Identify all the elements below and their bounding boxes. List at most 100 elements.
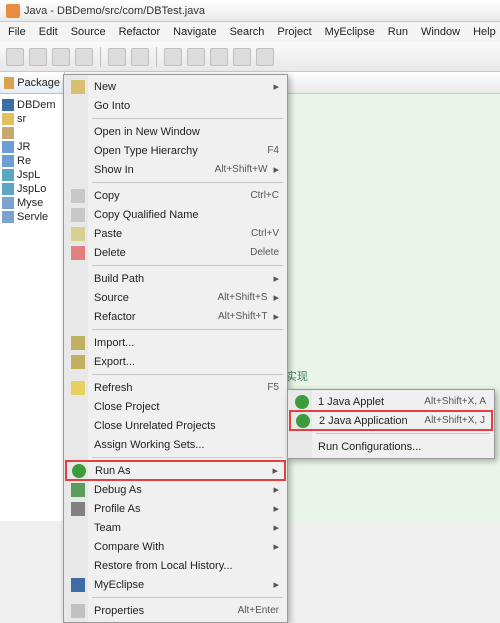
toolbar-button[interactable] (164, 48, 182, 66)
tree-package[interactable] (2, 126, 62, 140)
toolbar-button[interactable] (131, 48, 149, 66)
menu-item-shortcut: F5 (267, 382, 279, 393)
library-icon (2, 141, 14, 153)
menu-item-run-as[interactable]: Run As▸ (65, 460, 286, 481)
submenu-arrow-icon: ▸ (273, 521, 279, 534)
project-icon (2, 183, 14, 195)
menu-item-label: Source (94, 292, 217, 304)
menu-item-restore-from-local-history[interactable]: Restore from Local History... (66, 556, 285, 575)
submenu-arrow-icon: ▸ (273, 272, 279, 285)
menu-item-label: MyEclipse (94, 579, 267, 591)
menu-item-2-java-application[interactable]: 2 Java ApplicationAlt+Shift+X, J (289, 410, 493, 431)
new-icon (71, 80, 85, 94)
menu-project[interactable]: Project (271, 24, 317, 40)
menu-item-open-in-new-window[interactable]: Open in New Window (66, 122, 285, 141)
menu-item-assign-working-sets[interactable]: Assign Working Sets... (66, 435, 285, 454)
toolbar-button[interactable] (75, 48, 93, 66)
submenu-arrow-icon: ▸ (273, 502, 279, 515)
tree-ref[interactable]: Re (2, 154, 62, 168)
toolbar-button[interactable] (52, 48, 70, 66)
project-tree[interactable]: DBDem sr JR Re JspL JspLo Myse Servle (0, 94, 64, 228)
menu-item-show-in[interactable]: Show InAlt+Shift+W▸ (66, 160, 285, 179)
submenu-arrow-icon: ▸ (273, 578, 279, 591)
menu-item-export[interactable]: Export... (66, 352, 285, 371)
tree-jre[interactable]: JR (2, 140, 62, 154)
menu-refactor[interactable]: Refactor (113, 24, 167, 40)
menu-item-label: Run As (95, 465, 266, 477)
run-as-submenu: 1 Java AppletAlt+Shift+X, A2 Java Applic… (287, 389, 495, 459)
menu-item-paste[interactable]: PasteCtrl+V (66, 224, 285, 243)
toolbar-button[interactable] (233, 48, 251, 66)
menu-item-delete[interactable]: DeleteDelete (66, 243, 285, 262)
menu-run[interactable]: Run (382, 24, 414, 40)
menu-item-label: Show In (94, 164, 215, 176)
menu-separator (92, 329, 283, 330)
menu-file[interactable]: File (2, 24, 32, 40)
menu-item-label: Copy (94, 190, 250, 202)
menu-item-close-unrelated-projects[interactable]: Close Unrelated Projects (66, 416, 285, 435)
menu-navigate[interactable]: Navigate (167, 24, 222, 40)
tree-jsplib[interactable]: JspL (2, 168, 62, 182)
toolbar-button[interactable] (108, 48, 126, 66)
menu-separator (92, 457, 283, 458)
menu-item-copy-qualified-name[interactable]: Copy Qualified Name (66, 205, 285, 224)
menu-item-properties[interactable]: PropertiesAlt+Enter (66, 601, 285, 620)
menu-item-build-path[interactable]: Build Path▸ (66, 269, 285, 288)
package-explorer-tab[interactable]: Package (0, 72, 64, 94)
menu-item-compare-with[interactable]: Compare With▸ (66, 537, 285, 556)
menu-item-myeclipse[interactable]: MyEclipse ▸ (66, 575, 285, 594)
tree-src[interactable]: sr (2, 112, 62, 126)
exp-icon (71, 355, 85, 369)
toolbar-button[interactable] (256, 48, 274, 66)
menu-item-label: Export... (94, 356, 279, 368)
menu-item-close-project[interactable]: Close Project (66, 397, 285, 416)
app-icon (295, 395, 309, 409)
menu-item-label: Delete (94, 247, 250, 259)
submenu-arrow-icon: ▸ (273, 310, 279, 323)
menu-item-refresh[interactable]: RefreshF5 (66, 378, 285, 397)
menu-separator (92, 182, 283, 183)
imp-icon (71, 336, 85, 350)
menu-item-shortcut: Alt+Shift+X, A (424, 396, 486, 407)
copy-icon (71, 208, 85, 222)
package-icon (4, 77, 14, 89)
toolbar-button[interactable] (210, 48, 228, 66)
menu-item-open-type-hierarchy[interactable]: Open Type HierarchyF4 (66, 141, 285, 160)
package-explorer: Package DBDem sr JR Re JspL JspLo Myse S… (0, 72, 65, 521)
menu-item-run-configurations[interactable]: Run Configurations... (290, 437, 492, 456)
menu-source[interactable]: Source (65, 24, 112, 40)
menu-item-label: Refresh (94, 382, 267, 394)
submenu-arrow-icon: ▸ (273, 80, 279, 93)
menu-bar: FileEditSourceRefactorNavigateSearchProj… (0, 22, 500, 42)
tree-project[interactable]: DBDem (2, 98, 62, 112)
toolbar-button[interactable] (29, 48, 47, 66)
menu-item-label: Import... (94, 337, 279, 349)
menu-help[interactable]: Help (467, 24, 500, 40)
me-icon (71, 578, 85, 592)
menu-edit[interactable]: Edit (33, 24, 64, 40)
menu-window[interactable]: Window (415, 24, 466, 40)
menu-item-source[interactable]: SourceAlt+Shift+S▸ (66, 288, 285, 307)
menu-item-import[interactable]: Import... (66, 333, 285, 352)
menu-item-new[interactable]: New▸ (66, 77, 285, 96)
menu-item-copy[interactable]: CopyCtrl+C (66, 186, 285, 205)
tree-servlet[interactable]: Servle (2, 210, 62, 224)
menu-item-label: Close Unrelated Projects (94, 420, 279, 432)
menu-search[interactable]: Search (224, 24, 271, 40)
toolbar-button[interactable] (187, 48, 205, 66)
app-icon (6, 4, 20, 18)
menu-item-label: Properties (94, 605, 238, 617)
menu-item-label: Paste (94, 228, 251, 240)
menu-item-debug-as[interactable]: Debug As▸ (66, 480, 285, 499)
menu-item-1-java-applet[interactable]: 1 Java AppletAlt+Shift+X, A (290, 392, 492, 411)
menu-item-shortcut: Alt+Shift+S (217, 292, 267, 303)
menu-myeclipse[interactable]: MyEclipse (319, 24, 381, 40)
menu-item-refactor[interactable]: RefactorAlt+Shift+T▸ (66, 307, 285, 326)
toolbar-separator (156, 47, 157, 67)
submenu-arrow-icon: ▸ (273, 163, 279, 176)
menu-item-go-into[interactable]: Go Into (66, 96, 285, 115)
menu-item-profile-as[interactable]: Profile As▸ (66, 499, 285, 518)
tree-mysql[interactable]: Myse (2, 196, 62, 210)
tree-jsploc[interactable]: JspLo (2, 182, 62, 196)
toolbar-button[interactable] (6, 48, 24, 66)
